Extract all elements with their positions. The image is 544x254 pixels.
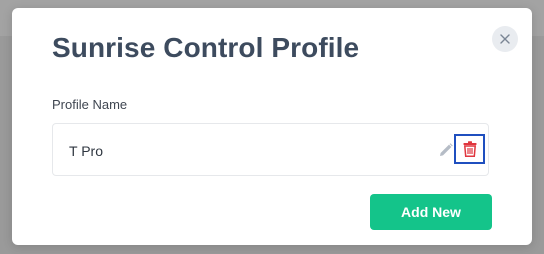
pencil-icon	[440, 143, 453, 156]
sunrise-profile-modal: Sunrise Control Profile Profile Name T P…	[12, 8, 532, 245]
profile-row: T Pro	[52, 123, 489, 176]
delete-profile-button[interactable]	[454, 134, 485, 164]
trash-icon	[463, 141, 476, 157]
profile-name-label: Profile Name	[52, 97, 128, 112]
close-button[interactable]	[492, 26, 518, 52]
profile-name-value: T Pro	[69, 143, 103, 159]
edit-profile-button[interactable]	[436, 140, 456, 160]
close-icon	[500, 34, 510, 44]
modal-title: Sunrise Control Profile	[52, 32, 360, 63]
add-new-button[interactable]: Add New	[370, 194, 492, 230]
